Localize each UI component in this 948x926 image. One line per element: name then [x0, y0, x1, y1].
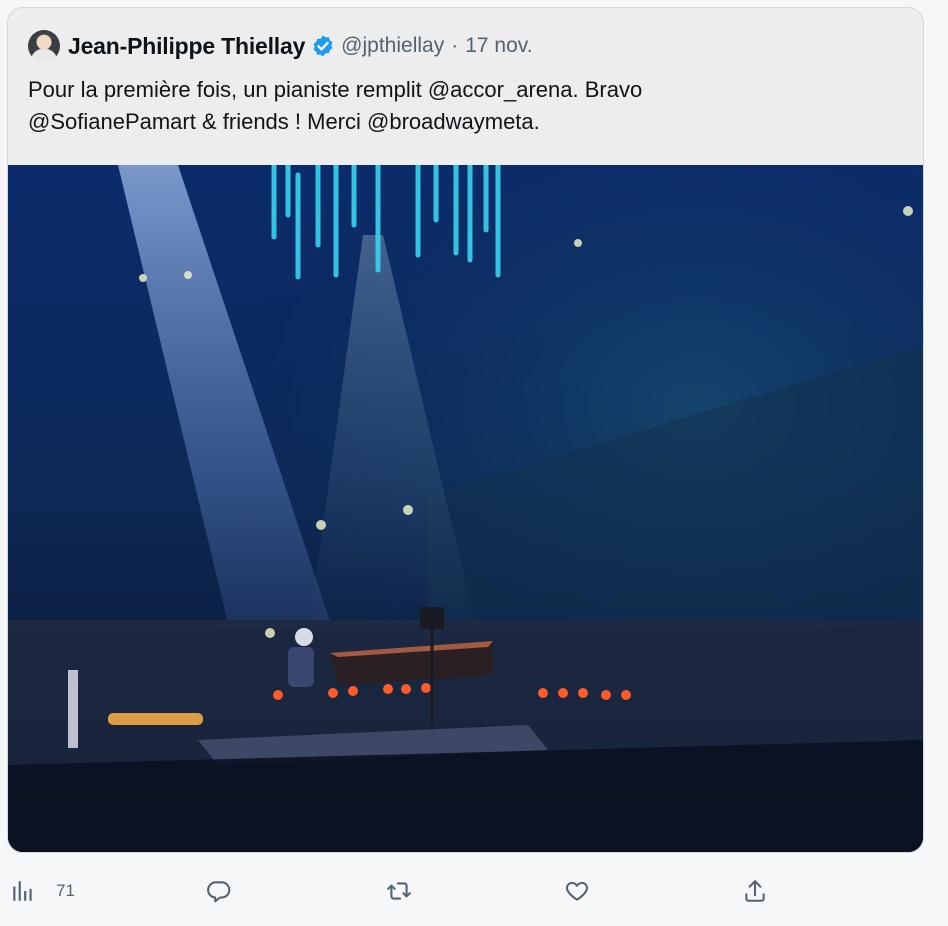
author-handle[interactable]: @jpthiellay [341, 34, 444, 58]
share-icon [745, 880, 765, 902]
author-name[interactable]: Jean-Philippe Thiellay [68, 33, 305, 60]
tweet-media-photo[interactable] [8, 165, 923, 852]
heart-icon [565, 881, 589, 901]
concert-photo [8, 165, 923, 852]
share-button[interactable] [742, 868, 768, 914]
like-button[interactable] [564, 868, 590, 914]
reply-icon [207, 881, 231, 903]
tweet-card[interactable]: Jean-Philippe Thiellay @jpthiellay · 17 … [7, 7, 924, 853]
avatar[interactable] [28, 30, 60, 62]
tweet-text-line: Pour la première fois, un pianiste rempl… [28, 77, 643, 102]
tweet-text-line: @SofianePamart & friends ! Merci @broadw… [28, 109, 540, 134]
tweet-date[interactable]: 17 nov. [465, 34, 532, 58]
separator-dot: · [451, 34, 459, 57]
tweet-header: Jean-Philippe Thiellay @jpthiellay · 17 … [28, 28, 533, 64]
retweet-button[interactable] [386, 868, 412, 914]
views-count: 71 [56, 881, 75, 900]
tweet-actions: 71 [0, 868, 948, 914]
views-action[interactable]: 71 [10, 868, 75, 914]
verified-badge-icon [313, 35, 333, 57]
tweet-text: Pour la première fois, un pianiste rempl… [28, 74, 903, 138]
retweet-icon [387, 882, 411, 900]
bar-chart-icon [13, 881, 32, 901]
reply-button[interactable] [206, 868, 232, 914]
